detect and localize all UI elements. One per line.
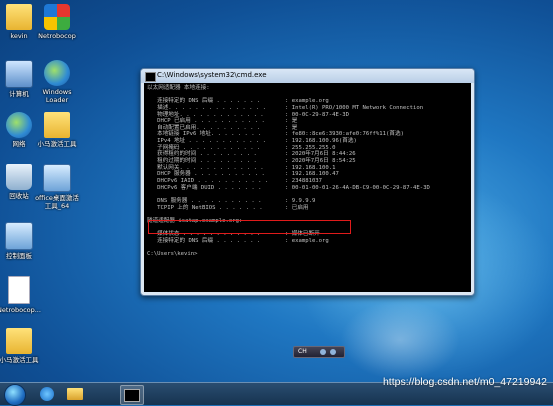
desktop: kevin 计算机 网络 回收站 控制面板 Netrobocop... 小马激活… xyxy=(0,0,553,382)
cmd-titlebar[interactable]: C:\Windows\system32\cmd.exe xyxy=(141,69,474,83)
cmd-line: C:\Users\kevin> xyxy=(147,251,468,258)
cmd-line-value: : 00-01-00-01-26-4A-DB-C9-00-0C-29-87-4E… xyxy=(285,184,430,191)
cmd-line-key: 以太网适配器 本地连接: xyxy=(147,85,210,91)
cmd-line-value: : 2020年7月6日 8:54:25 xyxy=(285,158,356,165)
cmd-line: 租约过期的时间 . . . . . . . . .: 2020年7月6日 8:5… xyxy=(147,158,468,165)
desktop-icon-netrobocop-2[interactable]: Netrobocop... xyxy=(0,276,44,314)
desktop-icon-label: office桌面激活工具_64 xyxy=(35,194,79,210)
cmd-line-value: : 9.9.9.9 xyxy=(285,197,316,204)
document-icon xyxy=(8,276,30,304)
cmd-line-value: : Intel(R) PRO/1000 MT Network Connectio… xyxy=(285,104,424,111)
cmd-line: TCPIP 上的 NetBIOS . . . . . . .: 已启用 xyxy=(147,205,468,212)
cmd-line xyxy=(147,244,468,251)
language-bar[interactable]: CH xyxy=(293,346,345,358)
desktop-icon-windows-loader[interactable]: Windows Loader xyxy=(32,60,82,104)
cmd-line-value: : 00-0C-29-87-4E-3D xyxy=(285,111,349,118)
cmd-line-value: : 192.168.100.96(首选) xyxy=(285,138,357,145)
language-indicator: CH xyxy=(298,348,307,355)
cmd-line: 描述. . . . . . . . . . . . . . .: Intel(R… xyxy=(147,105,468,112)
cmd-line: DHCP 服务器 . . . . . . . . . . .: 192.168.… xyxy=(147,171,468,178)
tool-icon xyxy=(6,328,32,354)
cmd-line: DHCPv6 客户端 DUID . . . . . . .: 00-01-00-… xyxy=(147,185,468,192)
cmd-console-output[interactable]: 以太网适配器 本地连接: 连接特定的 DNS 后缀 . . . . . . .:… xyxy=(144,83,471,292)
folder-icon xyxy=(67,388,83,400)
cmd-line: 连接特定的 DNS 后缀 . . . . . . .: example.org xyxy=(147,98,468,105)
desktop-icon-control-panel[interactable]: 控制面板 xyxy=(0,222,44,260)
cmd-line-value: : 是 xyxy=(285,118,298,125)
ime-icon[interactable] xyxy=(320,349,326,355)
dns-highlight-box xyxy=(148,220,351,234)
cmd-title: C:\Windows\system32\cmd.exe xyxy=(157,71,267,79)
desktop-icon-label: 控制面板 xyxy=(6,252,32,260)
cmd-icon xyxy=(124,389,140,402)
taskbar-explorer-button[interactable] xyxy=(64,385,86,403)
cmd-line-value: : 是 xyxy=(285,124,298,131)
computer-icon xyxy=(5,60,33,88)
office-activator-icon xyxy=(43,164,71,192)
cmd-line-key: C:\Users\kevin> xyxy=(147,251,198,258)
netrobocop-icon xyxy=(44,4,70,30)
taskbar-cmd-button[interactable] xyxy=(120,385,144,405)
cmd-line-value: : 255.255.255.0 xyxy=(285,144,336,151)
cmd-line-value: : fe80::8ce6:3930:afe0:76ff%11(首选) xyxy=(285,131,404,138)
desktop-icon-office-activator[interactable]: office桌面激活工具_64 xyxy=(32,164,82,210)
desktop-icon-xiaoma[interactable]: 小马激活工具 xyxy=(32,112,82,148)
cmd-line-value: : 192.168.100.1 xyxy=(285,164,336,171)
cmd-line-value: : 234881037 xyxy=(285,177,323,184)
cmd-line-value: : 192.168.100.47 xyxy=(285,171,339,178)
cmd-line xyxy=(147,191,468,198)
user-folder-icon xyxy=(6,4,32,30)
cmd-line: DNS 服务器 . . . . . . . . . . .: 9.9.9.9 xyxy=(147,198,468,205)
cmd-window[interactable]: C:\Windows\system32\cmd.exe 以太网适配器 本地连接:… xyxy=(140,68,475,296)
taskbar-ie-button[interactable] xyxy=(36,385,58,403)
desktop-icon-label: Netrobocop xyxy=(38,32,76,40)
cmd-line xyxy=(147,211,468,218)
help-icon[interactable] xyxy=(330,349,336,355)
watermark: https://blog.csdn.net/m0_47219942 xyxy=(382,376,547,388)
windows-loader-icon xyxy=(44,60,70,86)
tool-icon xyxy=(44,112,70,138)
cmd-line: 以太网适配器 本地连接: xyxy=(147,85,468,92)
cmd-line-value: : example.org xyxy=(285,98,329,105)
cmd-line-value: : example.org xyxy=(285,237,329,244)
cmd-app-icon xyxy=(145,72,156,82)
cmd-line: DHCPv6 IAID . . . . . . . . . . .: 23488… xyxy=(147,178,468,185)
desktop-icon-label: 小马激活工具 xyxy=(0,356,39,364)
cmd-line: IPv4 地址 . . . . . . . . . . . .: 192.168… xyxy=(147,138,468,145)
cmd-line-value: : 已启用 xyxy=(285,204,309,211)
wallpaper-glow xyxy=(340,300,460,380)
network-icon xyxy=(6,112,32,138)
cmd-line: DHCP 已启用 . . . . . . . . . . .: 是 xyxy=(147,118,468,125)
desktop-icon-xiaoma-2[interactable]: 小马激活工具 xyxy=(0,328,44,364)
cmd-line-value: : 2020年7月6日 8:44:26 xyxy=(285,151,356,158)
internet-explorer-icon xyxy=(40,387,54,401)
start-button[interactable] xyxy=(4,384,26,406)
desktop-icon-netrobocop[interactable]: Netrobocop xyxy=(32,4,82,40)
desktop-icon-label: Windows Loader xyxy=(42,88,72,104)
desktop-icon-label: 小马激活工具 xyxy=(37,140,77,148)
control-panel-icon xyxy=(5,222,33,250)
desktop-icon-label: Netrobocop... xyxy=(0,306,41,314)
cmd-line: 连接特定的 DNS 后缀 . . . . . . .: example.org xyxy=(147,238,468,245)
recycle-bin-icon xyxy=(6,164,32,190)
